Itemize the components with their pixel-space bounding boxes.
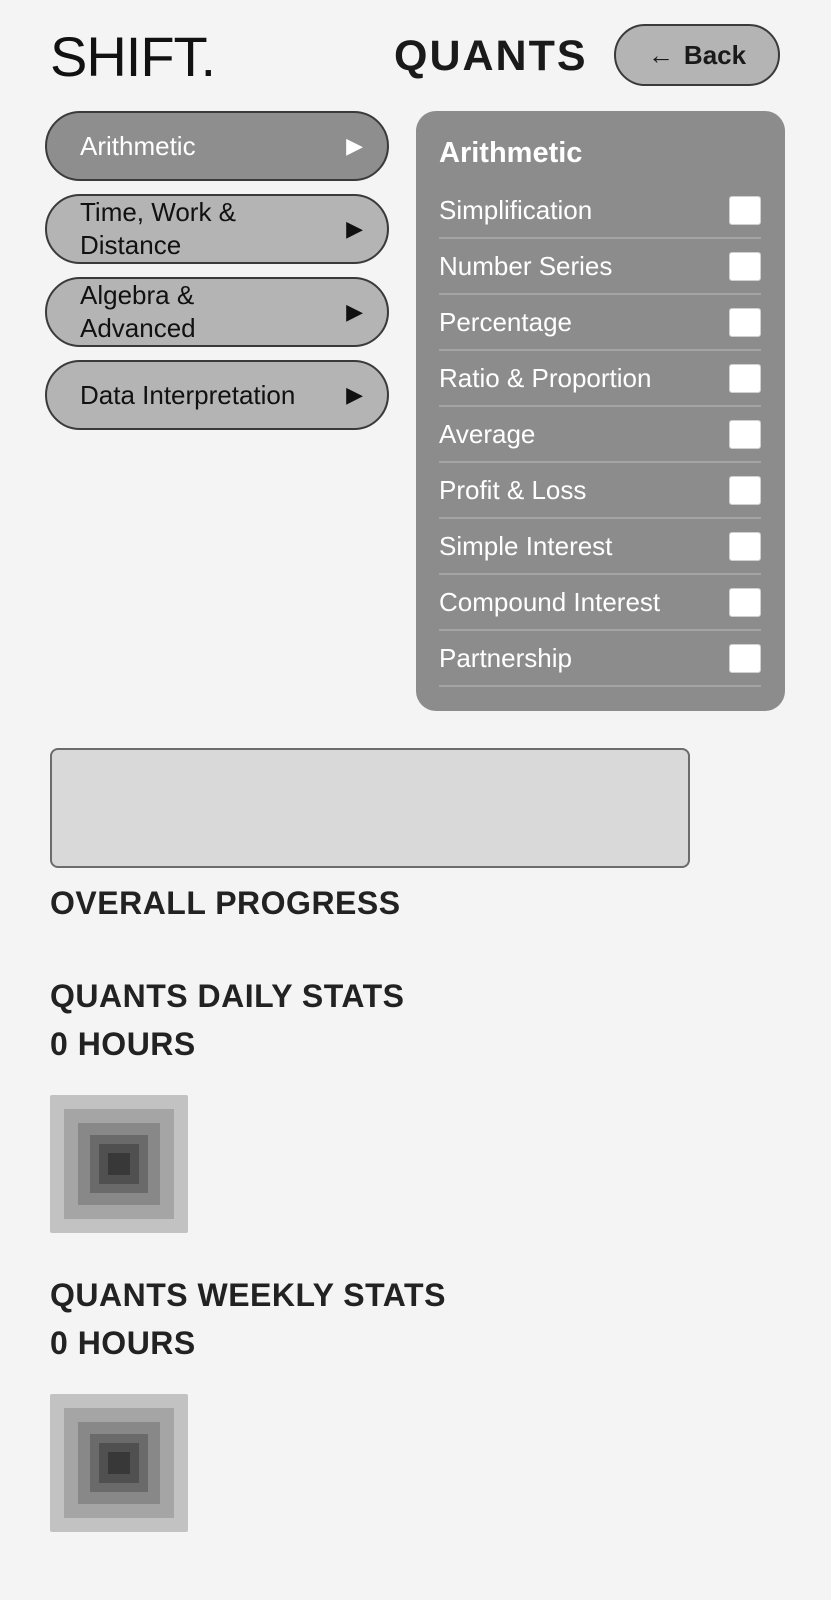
weekly-stats-chart	[50, 1394, 188, 1532]
category-label: Algebra & Advanced	[80, 280, 196, 343]
topic-label: Profit & Loss	[439, 474, 587, 505]
topic-checkbox[interactable]	[729, 587, 761, 617]
overall-progress-heading: OVERALL PROGRESS	[50, 885, 401, 921]
arrow-left-icon: ←	[647, 39, 674, 70]
daily-stats-chart	[50, 1095, 188, 1233]
topic-panel: Arithmetic Simplification Number Series …	[416, 111, 785, 711]
topic-label: Average	[439, 418, 536, 449]
topic-row: Compound Interest	[439, 575, 761, 631]
back-button[interactable]: ← Back	[614, 24, 780, 86]
page-title: QUANTS	[394, 32, 588, 80]
topic-row: Profit & Loss	[439, 463, 761, 519]
topic-checkbox[interactable]	[729, 643, 761, 673]
topic-row: Ratio & Proportion	[439, 351, 761, 407]
topic-row: Simple Interest	[439, 519, 761, 575]
topic-label: Simplification	[439, 194, 593, 225]
play-arrow-icon: ▶	[346, 133, 363, 158]
category-label: Arithmetic	[80, 130, 196, 161]
category-label: Data Interpretation	[80, 379, 296, 410]
topic-row: Number Series	[439, 239, 761, 295]
topic-label: Percentage	[439, 306, 572, 337]
play-arrow-icon: ▶	[346, 382, 363, 407]
topic-row: Partnership	[439, 631, 761, 687]
daily-stats-value: 0 HOURS	[50, 1026, 196, 1062]
topic-checkbox[interactable]	[729, 475, 761, 505]
topic-label: Number Series	[439, 250, 613, 281]
topic-checkbox[interactable]	[729, 531, 761, 561]
topic-row: Percentage	[439, 295, 761, 351]
category-arithmetic[interactable]: Arithmetic ▶	[45, 111, 389, 181]
category-algebra-advanced[interactable]: Algebra & Advanced ▶	[45, 277, 389, 347]
topic-label: Simple Interest	[439, 530, 613, 561]
back-button-label: Back	[683, 39, 747, 70]
category-time-work-distance[interactable]: Time, Work & Distance ▶	[45, 194, 389, 264]
topic-checkbox[interactable]	[729, 307, 761, 337]
topic-row: Simplification	[439, 183, 761, 239]
daily-stats-heading: QUANTS DAILY STATS	[50, 978, 405, 1014]
topic-checkbox[interactable]	[729, 363, 761, 393]
play-arrow-icon: ▶	[346, 299, 363, 324]
topic-label: Ratio & Proportion	[439, 362, 652, 393]
topic-row: Average	[439, 407, 761, 463]
category-label: Time, Work & Distance	[80, 197, 237, 260]
topic-panel-title: Arithmetic	[439, 137, 583, 169]
topic-label: Compound Interest	[439, 586, 661, 617]
topic-label: Partnership	[439, 642, 572, 673]
topic-checkbox[interactable]	[729, 251, 761, 281]
weekly-stats-value: 0 HOURS	[50, 1325, 196, 1361]
play-arrow-icon: ▶	[346, 216, 363, 241]
category-data-interpretation[interactable]: Data Interpretation ▶	[45, 360, 389, 430]
topic-checkbox[interactable]	[729, 195, 761, 225]
topic-checkbox[interactable]	[729, 419, 761, 449]
weekly-stats-heading: QUANTS WEEKLY STATS	[50, 1277, 446, 1313]
app-logo: SHIFT.	[50, 25, 216, 88]
progress-box	[50, 748, 690, 868]
